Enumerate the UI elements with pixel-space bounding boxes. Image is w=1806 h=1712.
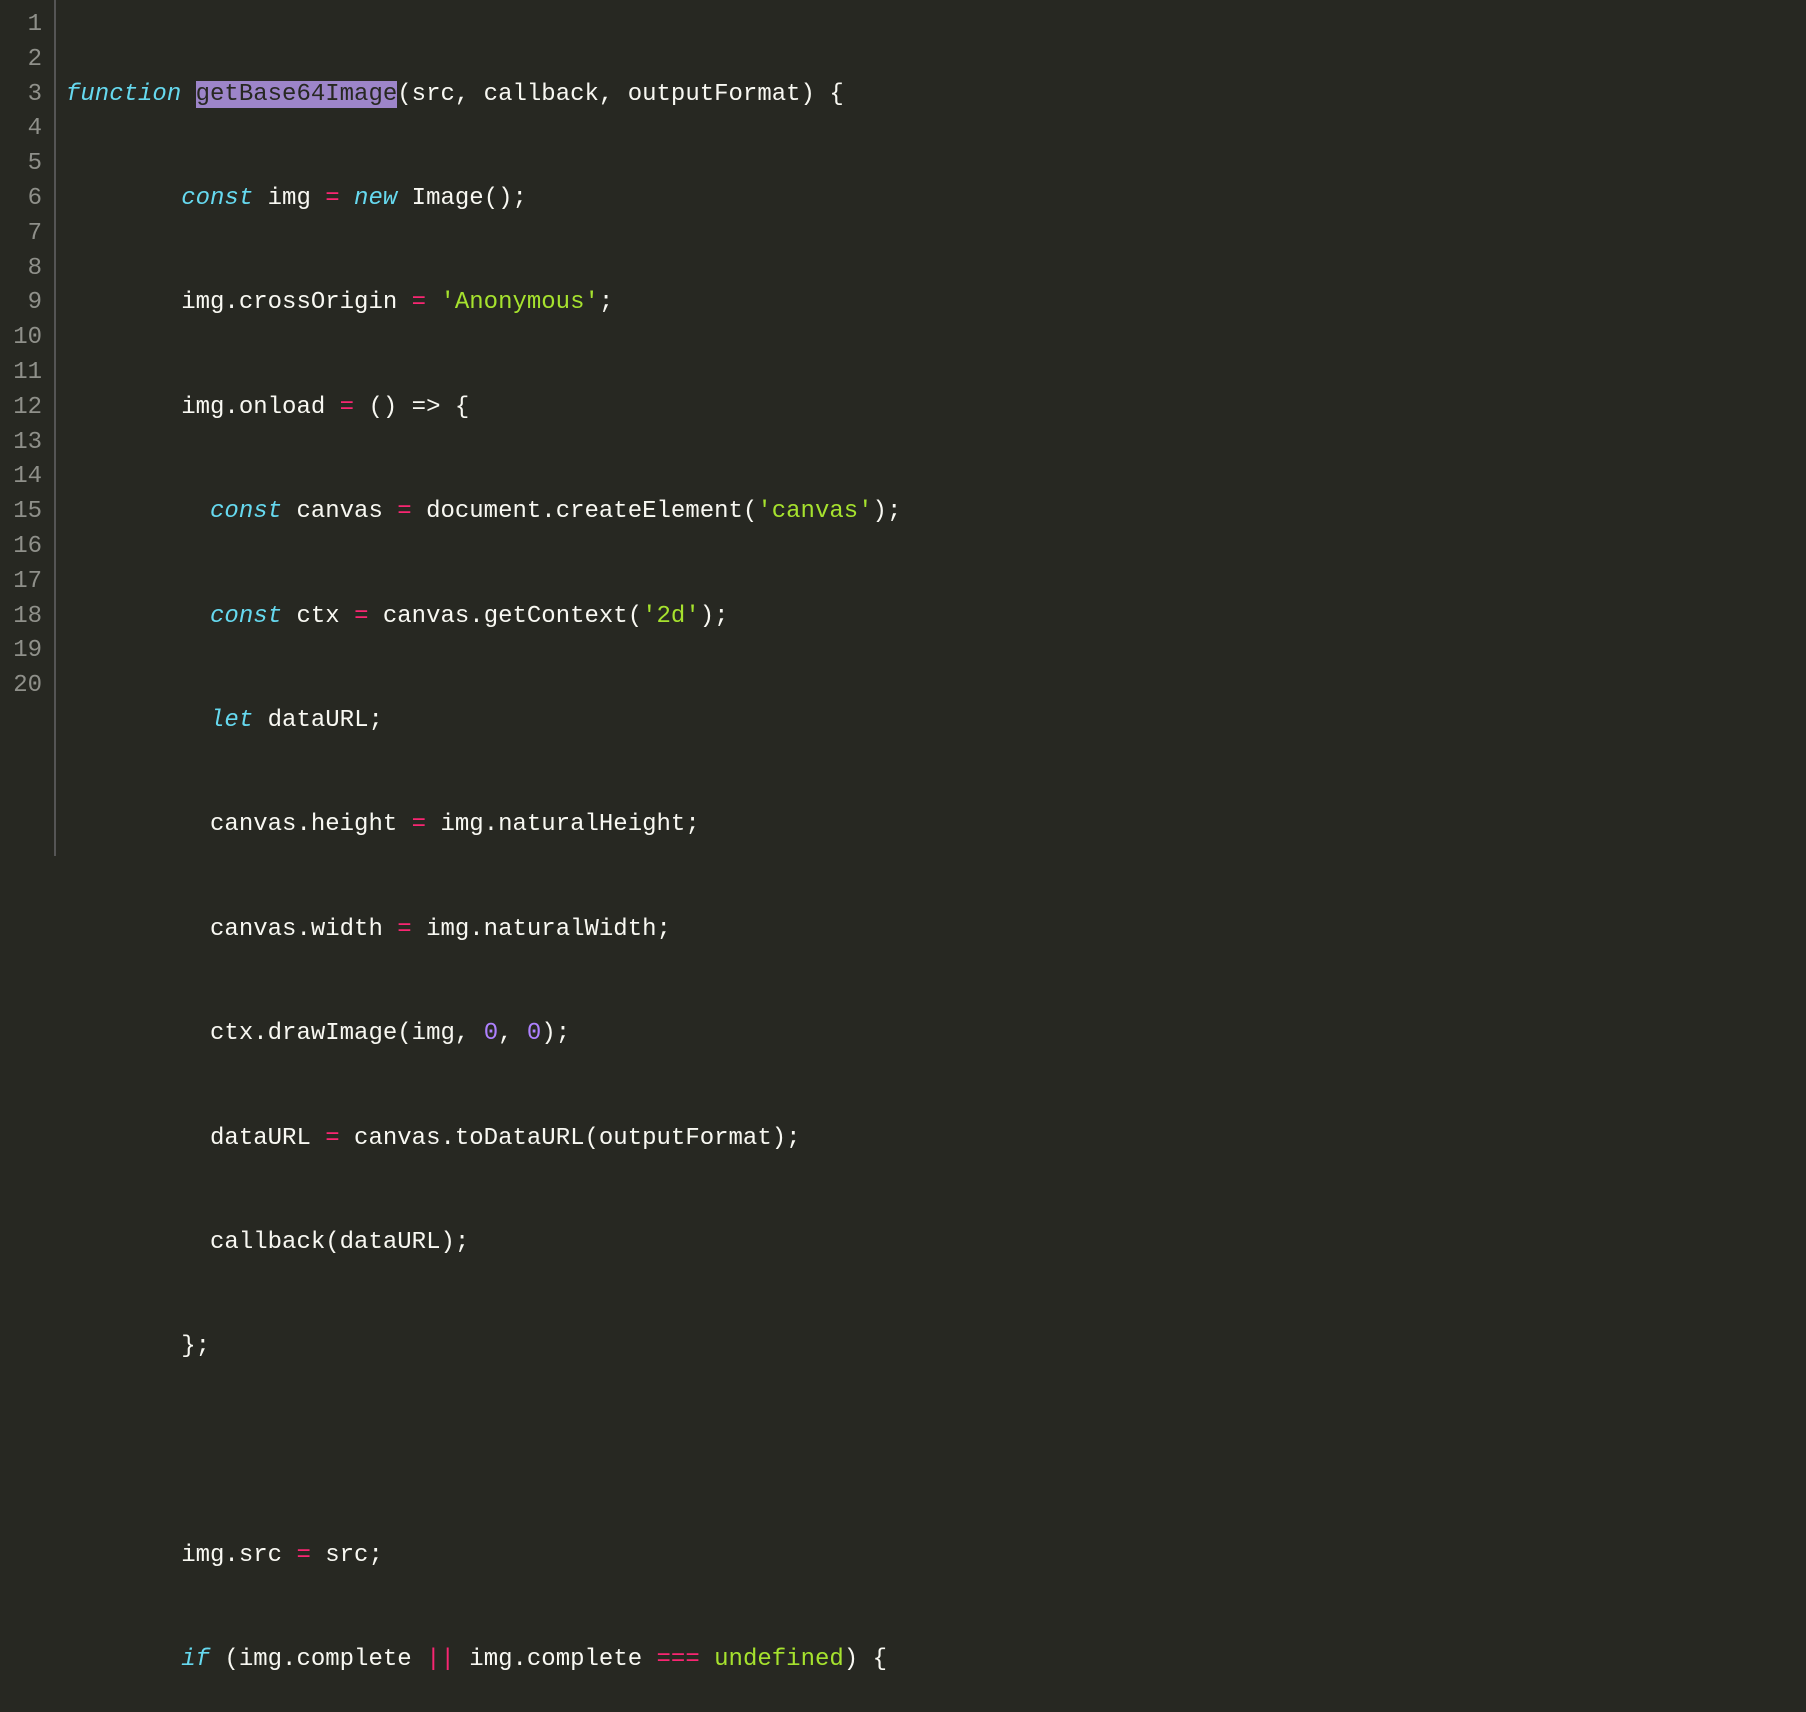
string-literal: '2d' [642,603,700,630]
keyword-const: const [181,185,253,212]
keyword-new: new [340,185,398,212]
function-name-selected: getBase64Image [196,81,398,108]
keyword-function: function [66,81,181,108]
line-number: 9 [0,286,48,321]
code-line[interactable]: }; [66,1330,1806,1365]
params: (src, callback, outputFormat) { [397,81,843,108]
code-content[interactable]: function getBase64Image(src, callback, o… [56,0,1806,856]
code-editor[interactable]: 1 2 3 4 5 6 7 8 9 10 11 12 13 14 15 16 1… [0,0,1806,856]
number-literal: 0 [484,1020,498,1047]
line-number: 2 [0,43,48,78]
line-number: 6 [0,182,48,217]
line-number: 10 [0,321,48,356]
code-line[interactable] [66,1435,1806,1470]
line-number: 3 [0,78,48,113]
line-number: 1 [0,8,48,43]
line-number: 14 [0,460,48,495]
line-number: 5 [0,147,48,182]
code-line[interactable]: img.onload = () => { [66,391,1806,426]
code-line[interactable]: canvas.height = img.naturalHeight; [66,808,1806,843]
line-number: 7 [0,217,48,252]
line-number: 4 [0,112,48,147]
keyword-undefined: undefined [700,1646,844,1673]
line-number: 19 [0,634,48,669]
line-number: 20 [0,669,48,704]
line-number: 12 [0,391,48,426]
code-line[interactable]: if (img.complete || img.complete === und… [66,1643,1806,1678]
code-line[interactable]: function getBase64Image(src, callback, o… [66,78,1806,113]
keyword-const: const [210,603,282,630]
code-line[interactable]: img.src = src; [66,1539,1806,1574]
number-literal: 0 [527,1020,541,1047]
code-line[interactable]: callback(dataURL); [66,1226,1806,1261]
code-line[interactable]: canvas.width = img.naturalWidth; [66,913,1806,948]
line-number: 16 [0,530,48,565]
code-line[interactable]: const canvas = document.createElement('c… [66,495,1806,530]
line-number: 18 [0,600,48,635]
string-literal: 'canvas' [757,498,872,525]
code-line[interactable]: const ctx = canvas.getContext('2d'); [66,600,1806,635]
code-line[interactable]: img.crossOrigin = 'Anonymous'; [66,286,1806,321]
code-line[interactable]: dataURL = canvas.toDataURL(outputFormat)… [66,1122,1806,1157]
keyword-let: let [210,707,253,734]
line-number-gutter: 1 2 3 4 5 6 7 8 9 10 11 12 13 14 15 16 1… [0,0,56,856]
code-line[interactable]: ctx.drawImage(img, 0, 0); [66,1017,1806,1052]
line-number: 11 [0,356,48,391]
keyword-if: if [181,1646,210,1673]
line-number: 8 [0,252,48,287]
line-number: 13 [0,426,48,461]
code-line[interactable]: let dataURL; [66,704,1806,739]
keyword-const: const [210,498,282,525]
line-number: 17 [0,565,48,600]
string-literal: 'Anonymous' [426,289,599,316]
code-line[interactable]: const img = new Image(); [66,182,1806,217]
line-number: 15 [0,495,48,530]
